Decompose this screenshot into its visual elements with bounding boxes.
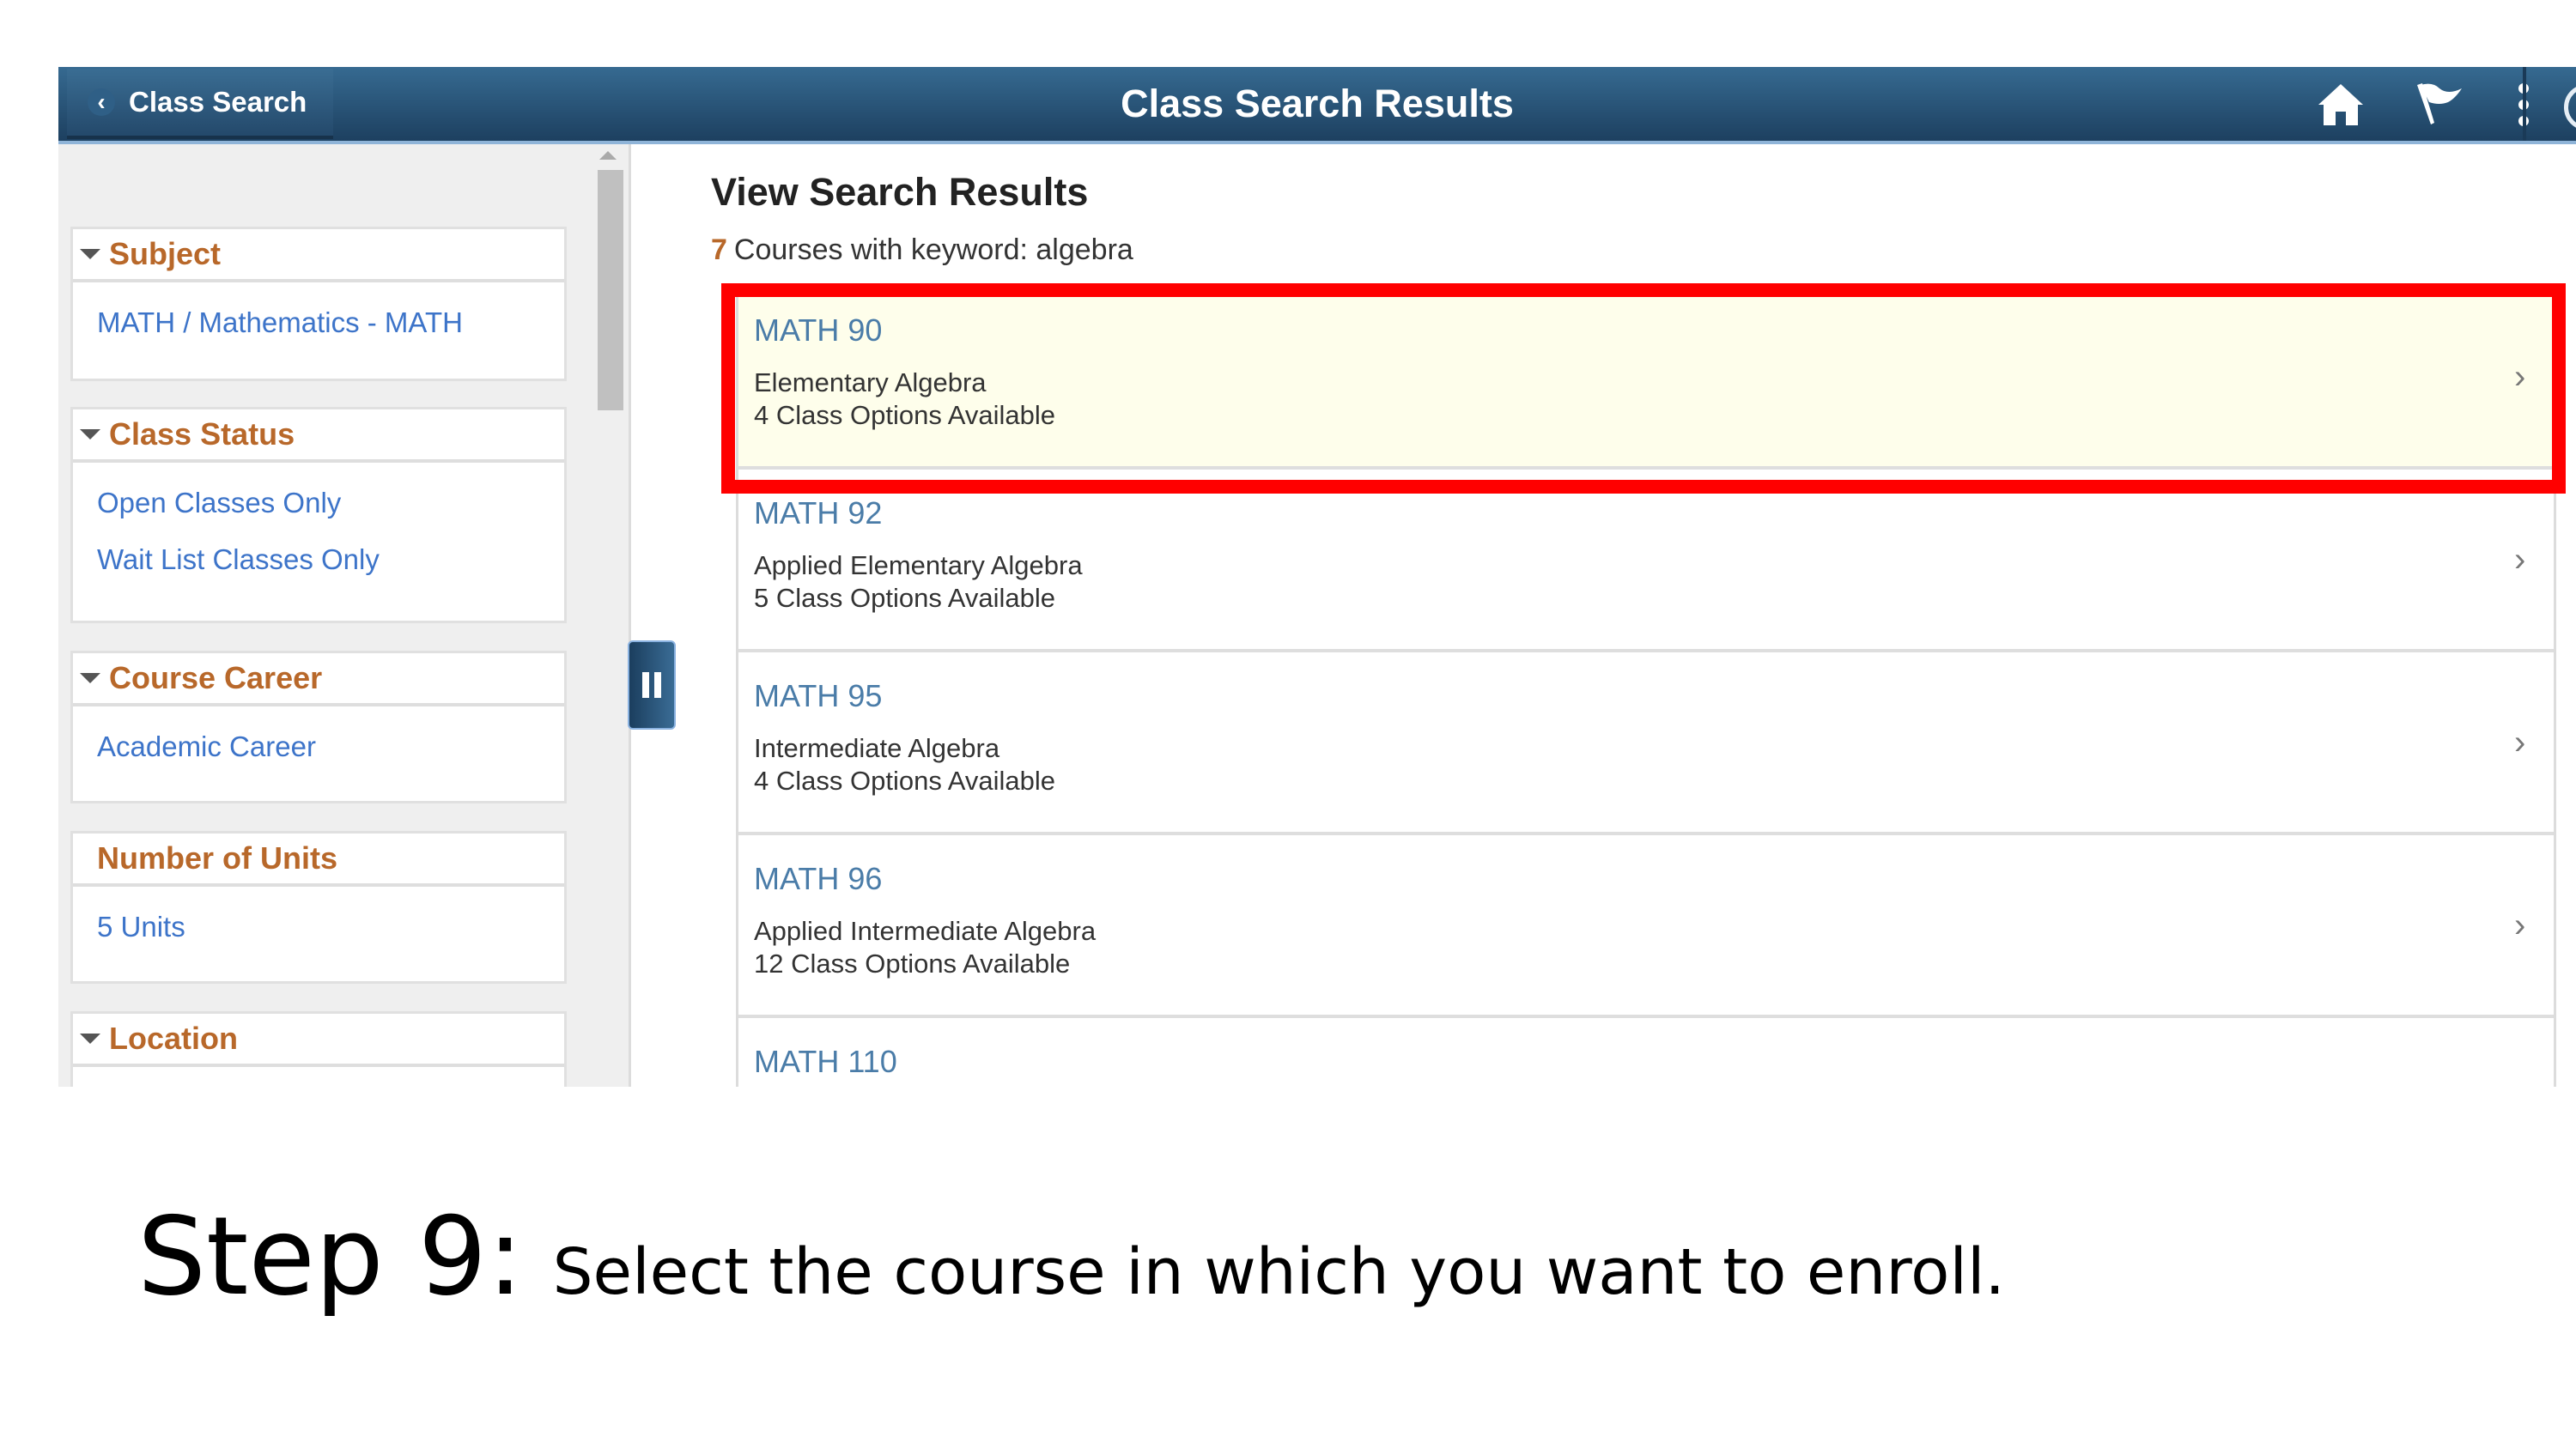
facet-title: Course Career [109,660,323,695]
result-count-number: 7 [711,233,727,266]
course-name: Applied Intermediate Algebra [754,916,1097,946]
caret-down-icon [80,673,100,683]
scrollbar-thumb[interactable] [598,170,623,410]
screenshot: ‹ Class Search Class Search Results Subj… [58,67,2576,1087]
course-name: Intermediate Algebra [754,733,1000,763]
course-row[interactable]: MATH 92 Applied Elementary Algebra 5 Cla… [738,470,2554,652]
caret-down-icon [80,249,100,259]
chevron-right-icon: › [2514,906,2526,944]
facet-subject: Subject MATH / Mathematics - MATH [70,227,567,381]
facet-header[interactable]: Number of Units [73,834,564,887]
course-options: 4 Class Options Available [754,400,1055,430]
course-options: 4 Class Options Available [754,766,1055,796]
filter-sidebar: Subject MATH / Mathematics - MATH Class … [58,144,631,1087]
chevron-right-icon: › [2514,724,2526,761]
facet-link[interactable]: Academic Career [97,715,564,779]
step-caption: Step 9: Select the course in which you wa… [137,1193,2005,1319]
circle-icon[interactable] [2564,84,2576,130]
facet-link[interactable]: Open Classes Only [97,471,564,535]
header-bar: ‹ Class Search Class Search Results [58,67,2576,144]
results-panel: View Search Results 7 Courses with keywor… [631,144,2576,1087]
course-list: MATH 90 Elementary Algebra 4 Class Optio… [736,287,2556,1087]
facet-title: Class Status [109,416,295,452]
step-instruction: Select the course in which you want to e… [552,1235,2006,1309]
result-count-text: Courses with keyword: algebra [733,233,1133,266]
facet-location: Location Clark College Main Campus [70,1011,567,1087]
facet-class-status: Class Status Open Classes Only Wait List… [70,407,567,623]
chevron-left-icon: ‹ [88,88,115,116]
header-divider [2523,67,2526,141]
caret-down-icon [80,429,100,440]
facet-course-career: Course Career Academic Career [70,651,567,803]
course-code: MATH 96 [754,861,883,896]
facet-link[interactable]: 5 Units [97,895,564,959]
facet-header[interactable]: Location [73,1014,564,1067]
facet-header[interactable]: Class Status [73,409,564,463]
course-code: MATH 95 [754,678,883,713]
result-count: 7 Courses with keyword: algebra [711,233,1133,267]
scroll-up-icon[interactable] [599,151,617,160]
chevron-right-icon: › [2514,358,2526,396]
facet-title: Number of Units [97,840,338,876]
course-row[interactable]: MATH 110 [738,1018,2554,1087]
step-number: Step 9: [137,1193,524,1319]
facet-link[interactable]: Wait List Classes Only [97,528,564,591]
course-options: 12 Class Options Available [754,949,1071,979]
caret-down-icon [80,1034,100,1044]
course-code: MATH 110 [754,1044,897,1079]
facet-title: Location [109,1021,238,1056]
facet-header[interactable]: Subject [73,229,564,282]
back-button-label: Class Search [129,86,307,118]
facet-link[interactable]: MATH / Mathematics - MATH [97,291,564,355]
results-heading: View Search Results [711,170,1089,214]
back-button[interactable]: ‹ Class Search [67,69,333,139]
home-icon[interactable] [2315,79,2366,130]
course-options: 5 Class Options Available [754,583,1055,613]
course-row[interactable]: MATH 96 Applied Intermediate Algebra 12 … [738,835,2554,1018]
facet-link[interactable]: Clark College Main Campus [97,1076,564,1087]
course-name: Elementary Algebra [754,367,987,397]
facet-number-of-units: Number of Units 5 Units [70,831,567,984]
facet-title: Subject [109,236,222,271]
course-code: MATH 92 [754,495,883,530]
chevron-right-icon: › [2514,541,2526,579]
course-name: Applied Elementary Algebra [754,550,1083,580]
page-title: Class Search Results [1121,82,1514,125]
course-code: MATH 90 [754,312,883,348]
facet-header[interactable]: Course Career [73,653,564,706]
flag-icon[interactable] [2413,79,2464,130]
course-row[interactable]: MATH 95 Intermediate Algebra 4 Class Opt… [738,652,2554,835]
course-row[interactable]: MATH 90 Elementary Algebra 4 Class Optio… [738,287,2554,470]
sidebar-scrollbar[interactable] [592,144,625,1087]
